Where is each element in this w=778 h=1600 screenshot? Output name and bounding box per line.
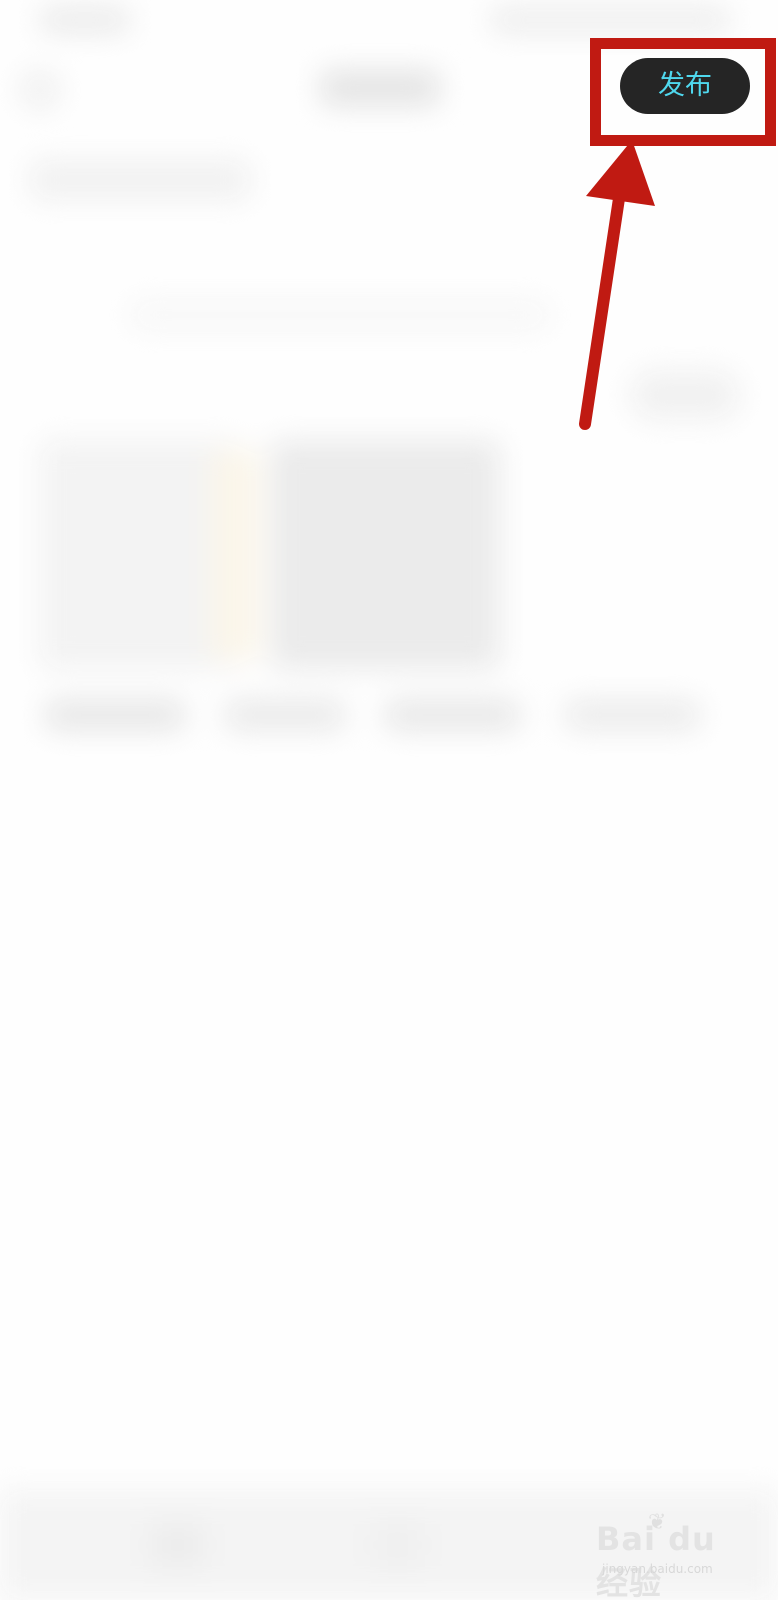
option-label[interactable] xyxy=(385,700,520,730)
app-screen: 发布 Bai du 经验 ❦ jingyan.baidu.com xyxy=(0,0,778,1600)
text-line xyxy=(130,300,550,330)
bottom-tab[interactable] xyxy=(150,1525,205,1565)
image-add-slot[interactable] xyxy=(270,440,500,670)
option-label[interactable] xyxy=(225,700,345,730)
watermark-brand: Bai du 经验 xyxy=(596,1520,716,1600)
watermark-site: jingyan.baidu.com xyxy=(602,1562,713,1576)
status-bar-left xyxy=(40,8,130,32)
bottom-tab[interactable] xyxy=(370,1525,425,1565)
baidu-jingyan-watermark: Bai du 经验 ❦ jingyan.baidu.com xyxy=(596,1510,746,1600)
paw-icon: ❦ xyxy=(648,1510,667,1535)
option-pill[interactable] xyxy=(630,370,740,420)
status-bar-right xyxy=(490,8,730,32)
text-area[interactable] xyxy=(30,160,250,200)
option-label[interactable] xyxy=(45,700,185,730)
back-button[interactable] xyxy=(20,70,60,110)
publish-button[interactable]: 发布 xyxy=(620,58,750,114)
option-label[interactable] xyxy=(565,700,700,730)
blurred-content xyxy=(0,0,778,1600)
image-thumbnail-edge xyxy=(210,450,260,660)
page-title xyxy=(320,70,440,106)
